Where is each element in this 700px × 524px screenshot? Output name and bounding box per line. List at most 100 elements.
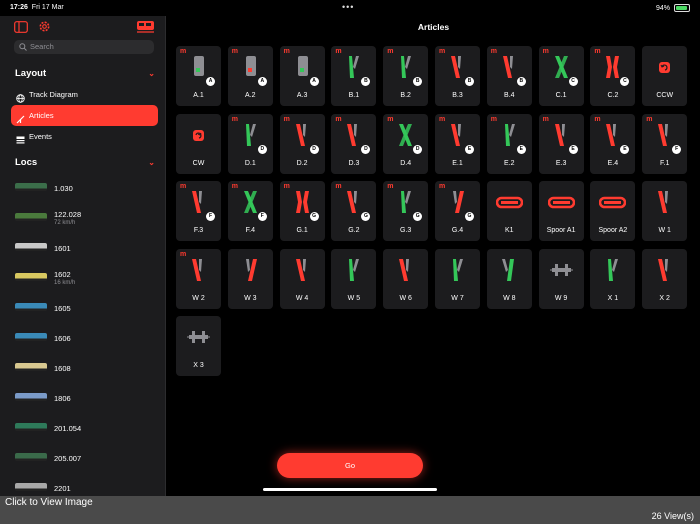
article-tile[interactable]: X 2 [642,248,688,309]
article-tile[interactable]: X 3 [176,316,221,376]
loco-name: 1608 [54,364,71,373]
article-tile[interactable]: W 7 [435,248,480,309]
article-tile[interactable]: m B B.4 [486,46,532,106]
article-tile[interactable]: m G G.1 [279,181,325,241]
loc-list-item[interactable]: 1602 16 km/h [15,264,160,292]
search-input[interactable]: Search [14,40,154,54]
article-tile[interactable]: m D D.2 [279,113,325,174]
locomotive-icon[interactable] [136,20,156,36]
article-tile[interactable]: W 6 [383,248,429,309]
marklin-badge: m [646,115,653,123]
sidebar-item-track-diagram[interactable]: Track Diagram [11,84,158,105]
article-tile[interactable]: m E E.3 [538,113,584,174]
loc-list-item[interactable]: 1601 [15,234,160,262]
article-tile[interactable]: m W 2 [176,248,221,309]
article-label: K1 [505,227,514,234]
loco-thumbnail [15,363,47,371]
article-tile[interactable]: m F F.1 [642,113,688,174]
article-label: G.3 [400,227,412,234]
article-label: E.3 [555,159,567,167]
marklin-badge: m [335,48,342,55]
go-button[interactable]: Go [277,453,423,478]
view-image-link[interactable]: Click to View Image [5,497,93,508]
group-badge: F [257,212,267,221]
article-tile[interactable]: X 1 [590,248,636,309]
article-tile[interactable]: W 9 [538,248,584,309]
article-label: X 3 [193,362,204,369]
article-tile[interactable]: W 4 [279,248,325,309]
article-tile[interactable]: m D D.4 [383,113,429,174]
article-tile[interactable]: m F F.3 [176,181,221,241]
article-label: X 2 [659,294,670,302]
sidebar-item-articles[interactable]: Articles [11,105,158,126]
article-tile[interactable]: m B B.2 [383,46,429,106]
article-tile[interactable]: m A A.2 [227,46,273,106]
loc-list-item[interactable]: 1806 [15,384,160,412]
loco-name: 1806 [54,394,71,403]
sidebar-item-label: Events [29,132,52,141]
article-tile[interactable]: W 3 [227,248,273,309]
article-label: C.1 [555,92,567,99]
article-tile[interactable]: m G G.2 [331,181,377,241]
loco-name: 122.028 [54,210,82,219]
loc-list-item[interactable]: 2201 [15,474,160,496]
article-tile[interactable]: m B B.3 [435,46,480,106]
article-tile[interactable]: K1 [486,181,532,241]
chevron-down-icon[interactable]: ⌄ [148,158,155,167]
loco-name: 1.030 [54,184,73,193]
loc-list-item[interactable]: 1605 [15,294,160,322]
article-tile[interactable]: CW [176,113,221,174]
layout-section-header[interactable]: Layout ⌄ [15,68,155,79]
article-tile[interactable]: W 5 [331,248,377,309]
article-tile[interactable]: W 1 [642,181,688,241]
article-tile[interactable]: m G G.3 [383,181,429,241]
gear-icon[interactable] [38,20,56,36]
article-tile[interactable]: m C C.2 [590,46,636,106]
loc-list-item[interactable]: 201.054 [15,414,160,442]
home-indicator[interactable] [263,488,437,491]
article-tile[interactable]: m E E.1 [435,113,480,174]
battery-status: 94% [656,4,690,12]
sidebar-item-events[interactable]: Events [11,126,158,147]
group-badge: E [465,144,474,154]
group-badge: A [309,77,319,86]
article-tile[interactable]: Spoor A1 [538,181,584,241]
article-tile[interactable]: m F F.4 [227,181,273,241]
article-label: CW [192,159,205,167]
loc-list-item[interactable]: 1608 [15,354,160,382]
article-tile[interactable]: W 8 [486,248,532,309]
article-tile[interactable]: m D D.1 [227,113,273,174]
sidebar-toggle-icon[interactable] [14,20,32,36]
article-tile[interactable]: m E E.4 [590,113,636,174]
marklin-badge: m [542,115,549,123]
loc-list-item[interactable]: 1.030 [15,174,160,202]
loc-list-item[interactable]: 205.007 [15,444,160,472]
article-tile[interactable]: Spoor A2 [590,181,636,241]
locs-section-header[interactable]: Locs ⌄ [15,157,155,168]
marklin-badge: m [283,115,290,123]
multitask-dots[interactable]: ••• [342,2,354,12]
marklin-badge: m [335,183,342,190]
group-badge: G [413,212,423,221]
article-tile[interactable]: m B B.1 [331,46,377,106]
article-tile[interactable]: m A A.3 [279,46,325,106]
status-time: 17:26 Fri 17 Mar [10,4,64,11]
article-tile[interactable]: m C C.1 [538,46,584,106]
article-tile[interactable]: CCW [642,46,688,106]
article-tile[interactable]: m G G.4 [435,181,480,241]
marklin-badge: m [180,250,187,258]
loco-thumbnail [15,483,47,491]
loco-name: 201.054 [54,424,82,433]
chevron-down-icon[interactable]: ⌄ [148,69,155,78]
article-label: W 4 [295,294,309,302]
article-label: G.2 [348,227,360,234]
loc-list-item[interactable]: 122.028 72 km/h [15,204,160,232]
loc-list-item[interactable]: 1606 [15,324,160,352]
article-tile[interactable]: m E E.2 [486,113,532,174]
marklin-badge: m [283,48,290,55]
article-tile[interactable]: m A A.1 [176,46,221,106]
article-tile[interactable]: m D D.3 [331,113,377,174]
article-label: E.4 [607,159,619,167]
group-badge: E [516,144,526,154]
sidebar-item-label: Track Diagram [29,90,78,99]
